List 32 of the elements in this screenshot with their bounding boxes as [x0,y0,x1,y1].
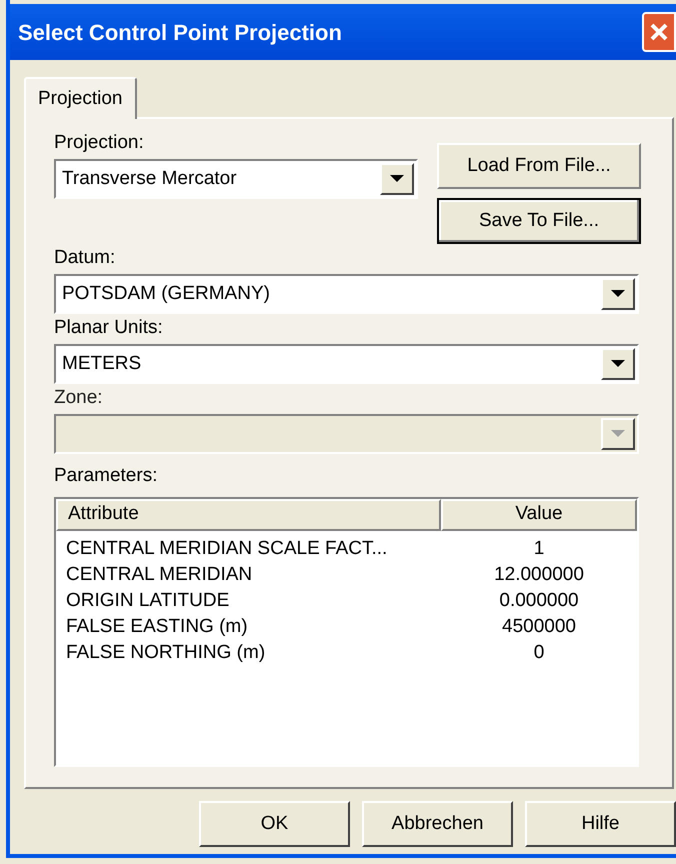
field-label: Datum: [54,246,116,270]
field-label: Zone: [54,386,104,410]
field-label: Planar Units: [54,316,164,340]
dropdown-value: Transverse Mercator [61,166,238,191]
table-cell-text: FALSE EASTING (m) [65,615,249,640]
column-header[interactable]: Value [441,498,637,530]
close-button[interactable] [642,12,676,52]
file-button[interactable]: Load From File... [437,143,641,189]
table-cell-text: FALSE NORTHING (m) [65,641,266,666]
table-cell-text: 0 [532,641,546,666]
column-header[interactable]: Attribute [56,498,441,530]
dropdown-value: POTSDAM (GERMANY) [61,282,271,306]
table-cell-text: 4500000 [501,615,577,640]
dialog-button[interactable]: OK [199,801,350,847]
dialog-button[interactable]: Hilfe [525,801,676,847]
dropdown-field[interactable]: Transverse Mercator [54,159,418,199]
table-cell-text: CENTRAL MERIDIAN [65,563,254,588]
close-icon [649,22,669,42]
dialog-button[interactable]: Abbrechen [362,801,513,847]
field-label: Projection: [54,131,145,155]
table-cell-text: CENTRAL MERIDIAN SCALE FACT... [65,537,388,562]
parameters-label: Parameters: [54,464,158,488]
dropdown-value: METERS [61,352,142,376]
table-cell-text: 12.000000 [493,563,585,588]
table-cell-text: 0.000000 [498,589,580,614]
dropdown-field[interactable]: METERS [54,344,639,384]
window-title: Select Control Point Projection [18,18,342,47]
table-cell-text: 1 [532,537,546,562]
file-button[interactable]: Save To File... [437,198,641,244]
table-cell-text: ORIGIN LATITUDE [65,589,230,614]
tab[interactable]: Projection [24,77,136,119]
dropdown-field[interactable]: POTSDAM (GERMANY) [54,274,639,314]
